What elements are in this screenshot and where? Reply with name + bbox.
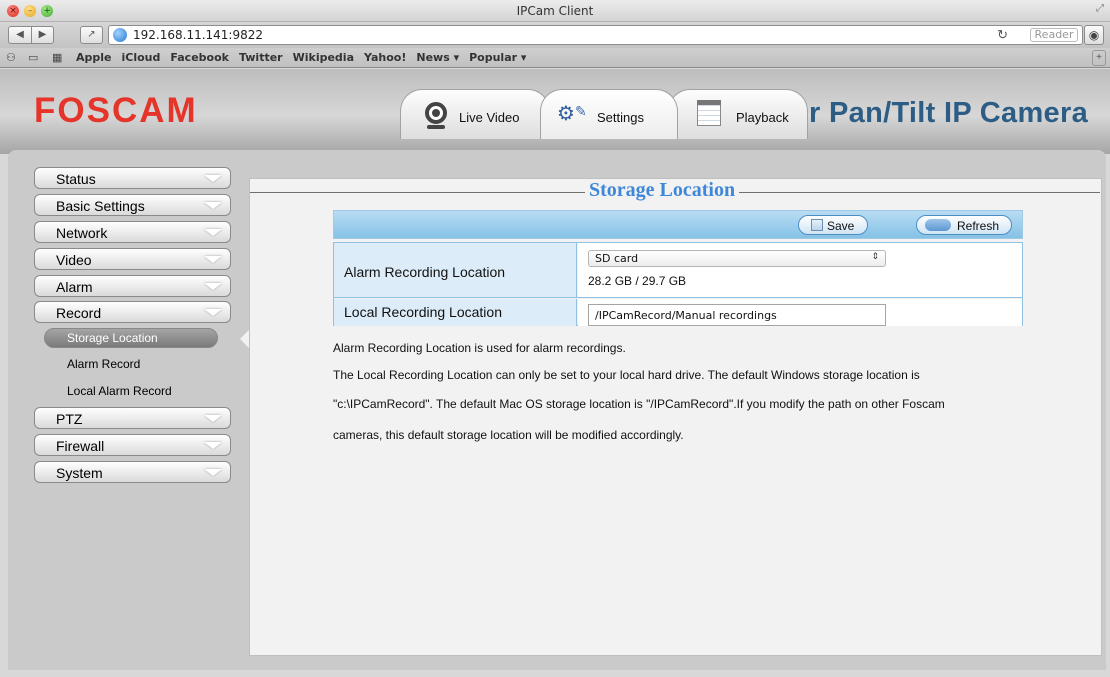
bookmark-item[interactable]: Apple: [76, 51, 112, 64]
sidebar-item-record[interactable]: Record: [34, 301, 231, 323]
sidebar-subitem-storage-location[interactable]: Storage Location: [44, 328, 218, 348]
fullscreen-icon[interactable]: ⤢: [1096, 3, 1104, 14]
reload-icon[interactable]: ↻: [997, 27, 1008, 43]
tab-playback[interactable]: Playback: [668, 89, 808, 139]
url-text[interactable]: 192.168.11.141:9822: [133, 28, 263, 42]
back-icon[interactable]: ◀: [8, 26, 31, 44]
sidebar-item-label: Record: [56, 305, 102, 321]
help-text-line: Alarm Recording Location is used for ala…: [333, 341, 626, 355]
browser-toolbar: ◀ ▶ ↗ 192.168.11.141:9822 ↻ Reader ◉: [0, 22, 1110, 48]
extension-icon[interactable]: ◉: [1084, 25, 1104, 45]
tab-label: Live Video: [459, 110, 520, 125]
globe-icon: [113, 28, 127, 42]
window-titlebar: × – + IPCam Client ⤢: [0, 0, 1110, 22]
app-header: FOSCAM or Pan/Tilt IP Camera Live Video …: [0, 69, 1110, 154]
action-bar: Save Refresh: [333, 210, 1023, 239]
bookmark-item[interactable]: Facebook: [170, 51, 229, 64]
form-row-alarm-location: Alarm Recording Location SD card ⇕ 28.2 …: [334, 243, 1022, 298]
bookmark-item[interactable]: iCloud: [122, 51, 161, 64]
address-bar[interactable]: 192.168.11.141:9822 ↻ Reader: [108, 25, 1083, 45]
sidebar-item-system[interactable]: System: [34, 461, 231, 483]
bookmark-item[interactable]: Wikipedia: [293, 51, 354, 64]
sidebar-subitem-local-alarm-record[interactable]: Local Alarm Record: [67, 384, 172, 398]
form-label-cell: Local Recording Location: [334, 299, 577, 326]
bookmark-item[interactable]: Popular ▾: [469, 51, 526, 64]
top-sites-grid-icon[interactable]: ▦: [52, 51, 62, 64]
chevron-down-icon: [204, 202, 222, 209]
refresh-icon: [925, 219, 951, 231]
sidebar-item-alarm[interactable]: Alarm: [34, 275, 231, 297]
chevron-down-icon: [204, 442, 222, 449]
sidebar-item-basic-settings[interactable]: Basic Settings: [34, 194, 231, 216]
chevron-down-icon: [204, 229, 222, 236]
bookmark-list: Apple iCloud Facebook Twitter Wikipedia …: [76, 51, 526, 64]
save-icon: [811, 219, 823, 231]
select-arrows-icon: ⇕: [871, 252, 879, 262]
help-text-line: The Local Recording Location can only be…: [333, 368, 920, 382]
foscam-logo: FOSCAM: [34, 91, 198, 130]
chevron-down-icon: [204, 469, 222, 476]
chevron-down-icon: [204, 415, 222, 422]
chevron-down-icon: [204, 309, 222, 316]
help-text-line: cameras, this default storage location w…: [333, 428, 684, 442]
sidebar-item-ptz[interactable]: PTZ: [34, 407, 231, 429]
form-value-cell: SD card ⇕ 28.2 GB / 29.7 GB: [578, 243, 1022, 297]
window-title: IPCam Client: [516, 4, 594, 18]
bookmark-item[interactable]: Twitter: [239, 51, 283, 64]
save-button[interactable]: Save: [798, 215, 868, 235]
bookmark-item[interactable]: Yahoo!: [364, 51, 406, 64]
form-value-cell: /IPCamRecord/Manual recordings: [578, 299, 1022, 326]
alarm-location-label: Alarm Recording Location: [344, 264, 506, 280]
webcam-icon: [425, 102, 447, 124]
wrench-icon: ✎: [575, 104, 587, 120]
sidebar-item-label: Firewall: [56, 438, 105, 454]
local-location-label: Local Recording Location: [344, 304, 502, 320]
storage-form: Alarm Recording Location SD card ⇕ 28.2 …: [333, 242, 1023, 326]
sidebar-item-label: Status: [56, 171, 96, 187]
add-bookmark-icon[interactable]: +: [1092, 50, 1106, 66]
refresh-button-label: Refresh: [957, 219, 1000, 233]
chevron-down-icon: [204, 256, 222, 263]
reading-list-icon[interactable]: ⚇: [6, 51, 16, 64]
sidebar-item-network[interactable]: Network: [34, 221, 231, 243]
sidebar-item-label: Basic Settings: [56, 198, 145, 214]
chevron-down-icon: [204, 283, 222, 290]
forward-icon[interactable]: ▶: [31, 26, 54, 44]
sd-capacity: 28.2 GB / 29.7 GB: [588, 274, 687, 288]
reader-button[interactable]: Reader: [1030, 28, 1078, 42]
sidebar-item-label: Network: [56, 225, 108, 241]
alarm-location-select[interactable]: SD card ⇕: [588, 250, 886, 267]
form-label-cell: Alarm Recording Location: [334, 243, 577, 297]
camera-model-title: or Pan/Tilt IP Camera: [791, 97, 1088, 129]
tab-live-video[interactable]: Live Video: [400, 89, 550, 139]
save-button-label: Save: [827, 219, 855, 233]
local-location-input[interactable]: /IPCamRecord/Manual recordings: [588, 304, 886, 326]
sidebar-item-video[interactable]: Video: [34, 248, 231, 270]
sidebar-item-status[interactable]: Status: [34, 167, 231, 189]
gear-icon: ⚙: [557, 101, 575, 125]
tab-label: Playback: [736, 110, 789, 125]
active-item-pointer: [240, 330, 249, 348]
tab-settings[interactable]: ⚙ ✎ Settings: [540, 89, 678, 139]
help-text-line: "c:\IPCamRecord". The default Mac OS sto…: [333, 397, 945, 411]
sidebar-item-label: System: [56, 465, 103, 481]
refresh-button[interactable]: Refresh: [916, 215, 1012, 235]
sidebar-subitem-alarm-record[interactable]: Alarm Record: [67, 357, 140, 371]
sidebar-item-label: Video: [56, 252, 92, 268]
sidebar-item-firewall[interactable]: Firewall: [34, 434, 231, 456]
share-icon[interactable]: ↗: [80, 26, 103, 44]
tab-label: Settings: [597, 110, 644, 125]
bookmarks-bar: ⚇ ▭ ▦ Apple iCloud Facebook Twitter Wiki…: [0, 48, 1110, 68]
bookmarks-book-icon[interactable]: ▭: [28, 51, 38, 64]
calendar-icon: [697, 100, 721, 126]
bookmark-item[interactable]: News ▾: [416, 51, 459, 64]
page-title: Storage Location: [585, 179, 740, 202]
alarm-location-selected: SD card: [595, 252, 639, 265]
form-row-local-location: Local Recording Location /IPCamRecord/Ma…: [334, 299, 1022, 326]
sidebar-item-label: PTZ: [56, 411, 83, 427]
chevron-down-icon: [204, 175, 222, 182]
sidebar-item-label: Alarm: [56, 279, 93, 295]
